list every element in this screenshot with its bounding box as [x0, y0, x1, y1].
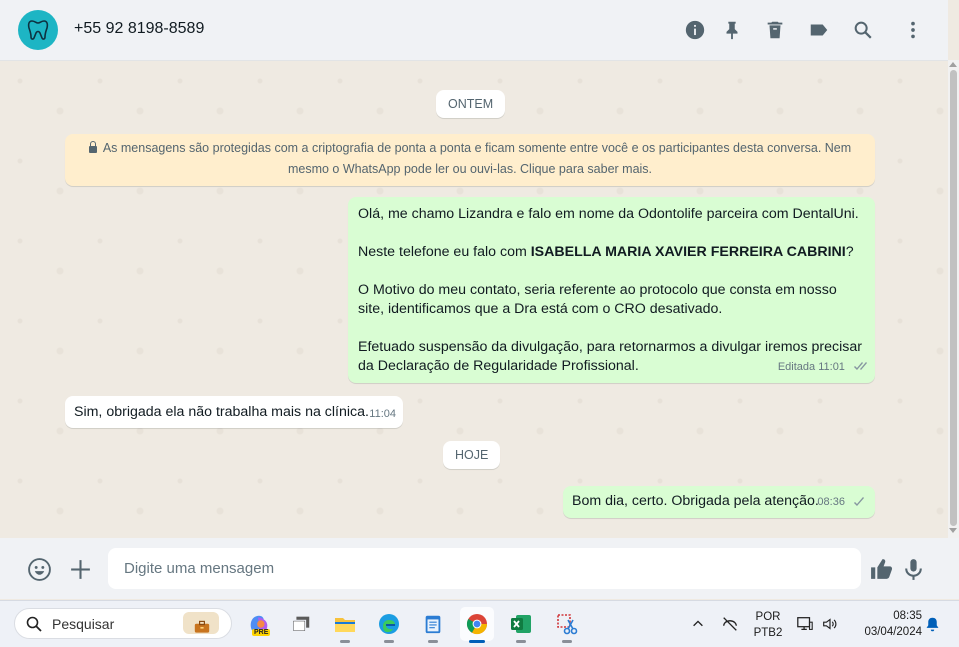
display-icon[interactable] — [795, 614, 815, 634]
message-input[interactable] — [108, 548, 861, 589]
message-outgoing[interactable]: Bom dia, certo. Obrigada pela atenção. 0… — [563, 486, 875, 518]
search-icon[interactable] — [851, 18, 875, 42]
contact-name[interactable]: +55 92 8198-8589 — [74, 20, 204, 38]
chevron-up-icon[interactable] — [688, 614, 708, 634]
lock-icon — [88, 141, 97, 153]
taskbar-search[interactable]: Pesquisar — [14, 608, 232, 639]
pin-icon[interactable] — [720, 18, 744, 42]
language-code: POR — [755, 611, 781, 623]
menu-icon[interactable] — [901, 18, 925, 42]
chat-header: +55 92 8198-8589 — [0, 0, 948, 61]
clock-time: 08:35 — [893, 610, 922, 622]
copilot-pre-badge: PRE — [252, 629, 271, 636]
chrome-icon[interactable] — [460, 607, 494, 643]
microphone-icon[interactable] — [900, 556, 926, 582]
keyboard-layout: PTB2 — [753, 627, 783, 639]
single-check-icon — [851, 495, 867, 514]
volume-icon[interactable] — [820, 614, 840, 634]
info-icon[interactable] — [683, 18, 707, 42]
task-view-icon[interactable] — [284, 607, 318, 641]
message-time: 11:01 — [818, 361, 845, 373]
message-meta: Editada 11:01 — [778, 358, 867, 379]
emoji-icon[interactable] — [26, 556, 52, 582]
edited-label: Editada — [777, 361, 816, 373]
running-indicator — [516, 640, 526, 643]
running-indicator — [384, 640, 394, 643]
windows-taskbar: Pesquisar PRE POR PTB2 08:35 03/04/2024 — [0, 600, 959, 647]
running-indicator — [428, 640, 438, 643]
encryption-text-1: As mensagens são protegidas com a cripto… — [102, 141, 852, 155]
clock-date: 03/04/2024 — [864, 626, 922, 638]
encryption-notice[interactable]: As mensagens são protegidas com a cripto… — [65, 134, 875, 186]
message-incoming[interactable]: Sim, obrigada ela não trabalha mais na c… — [65, 396, 403, 428]
running-indicator — [340, 640, 350, 643]
message-paragraph: Neste telefone eu falo com ISABELLA MARI… — [358, 244, 854, 260]
date-separator: ONTEM — [436, 90, 506, 118]
message-list[interactable]: ONTEM As mensagens são protegidas com a … — [0, 61, 948, 538]
message-outgoing[interactable]: Olá, me chamo Lizandra e falo em nome da… — [348, 197, 875, 383]
edge-icon[interactable] — [372, 607, 406, 643]
delete-icon[interactable] — [763, 18, 787, 42]
notification-bell-icon[interactable] — [922, 614, 942, 634]
message-time: 11:04 — [369, 408, 396, 420]
clock[interactable]: 08:35 03/04/2024 — [850, 608, 922, 640]
scrollbar-thumb[interactable] — [950, 70, 957, 526]
compose-bar — [0, 538, 959, 599]
thumbs-up-icon[interactable] — [868, 556, 894, 582]
running-indicator — [469, 640, 485, 643]
search-icon — [26, 616, 42, 632]
tooth-logo-icon — [27, 20, 49, 40]
message-paragraph: Olá, me chamo Lizandra e falo em nome da… — [358, 206, 859, 222]
search-placeholder: Pesquisar — [52, 616, 115, 632]
contact-avatar[interactable] — [18, 10, 58, 50]
scroll-down-icon[interactable] — [949, 528, 957, 533]
encryption-text-2: mesmo o WhatsApp pode ler ou ouvi-las. C… — [287, 162, 653, 176]
running-indicator — [562, 640, 572, 643]
date-separator: HOJE — [443, 441, 501, 469]
network-offline-icon[interactable] — [720, 614, 740, 634]
copilot-icon[interactable]: PRE — [242, 607, 276, 641]
message-time: 08:36 — [817, 496, 845, 508]
attach-plus-icon[interactable] — [67, 556, 93, 582]
notepad-icon[interactable] — [416, 607, 450, 643]
recipient-name: ISABELLA MARIA XAVIER FERREIRA CABRINI — [530, 244, 846, 260]
message-meta: 08:36 — [817, 493, 867, 514]
message-text: Bom dia, certo. Obrigada pela atenção. — [572, 493, 819, 509]
excel-icon[interactable] — [504, 607, 538, 643]
language-indicator[interactable]: POR PTB2 — [748, 609, 788, 641]
double-check-icon — [851, 360, 867, 379]
briefcase-icon[interactable] — [183, 612, 219, 634]
message-text: Sim, obrigada ela não trabalha mais na c… — [74, 404, 369, 420]
snipping-tool-icon[interactable] — [550, 607, 584, 643]
message-paragraph: O Motivo do meu contato, seria referente… — [358, 282, 837, 317]
scroll-up-icon[interactable] — [949, 62, 957, 67]
label-icon[interactable] — [807, 18, 831, 42]
file-explorer-icon[interactable] — [328, 607, 362, 643]
